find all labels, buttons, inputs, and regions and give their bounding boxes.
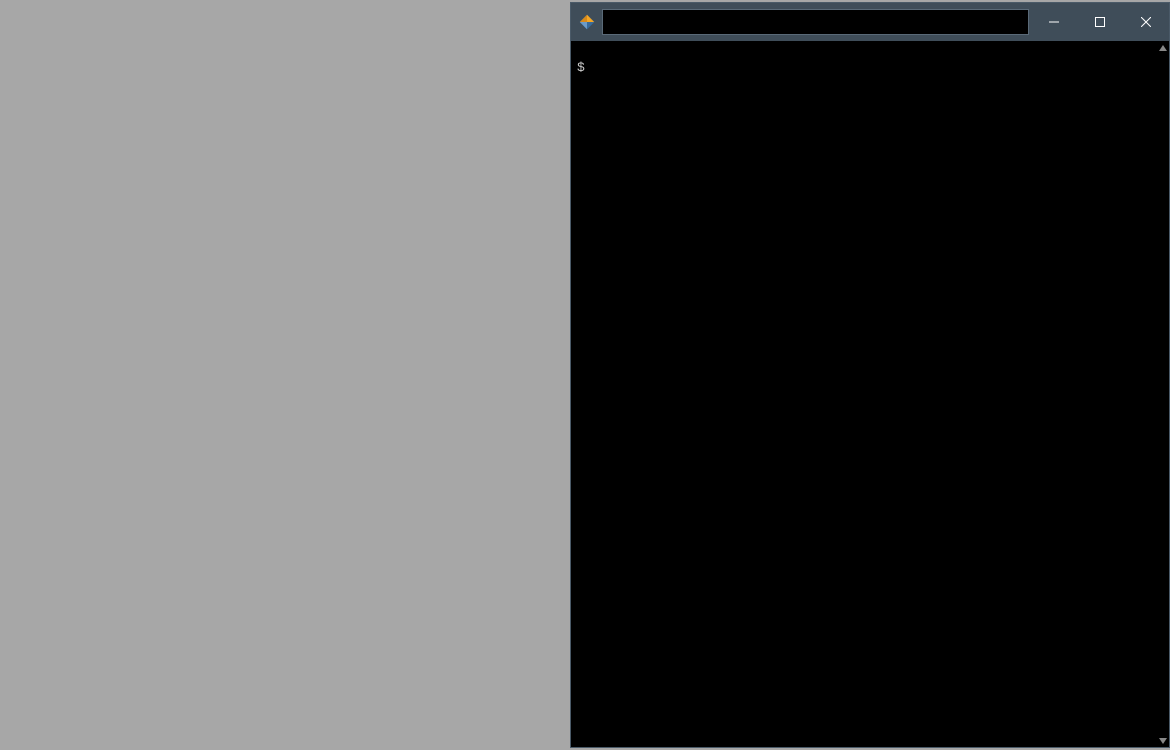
close-icon [1141, 17, 1151, 27]
content-area: $ [571, 41, 1169, 747]
maximize-button[interactable] [1077, 3, 1123, 41]
maximize-icon [1095, 17, 1105, 27]
terminal-line: $ [577, 60, 1150, 75]
chevron-down-icon [1159, 738, 1167, 744]
scroll-up-button[interactable] [1156, 41, 1169, 54]
app-icon [573, 3, 601, 41]
terminal-line [577, 45, 1150, 60]
vertical-scrollbar[interactable] [1156, 41, 1169, 747]
window-controls [1031, 3, 1169, 41]
terminal-output[interactable]: $ [571, 41, 1156, 747]
minimize-button[interactable] [1031, 3, 1077, 41]
minimize-icon [1049, 17, 1059, 27]
close-button[interactable] [1123, 3, 1169, 41]
scroll-down-button[interactable] [1156, 734, 1169, 747]
terminal-window: $ [570, 2, 1170, 748]
titlebar[interactable] [571, 3, 1169, 41]
address-input[interactable] [602, 9, 1029, 35]
diamond-app-icon [578, 13, 596, 31]
chevron-up-icon [1159, 45, 1167, 51]
